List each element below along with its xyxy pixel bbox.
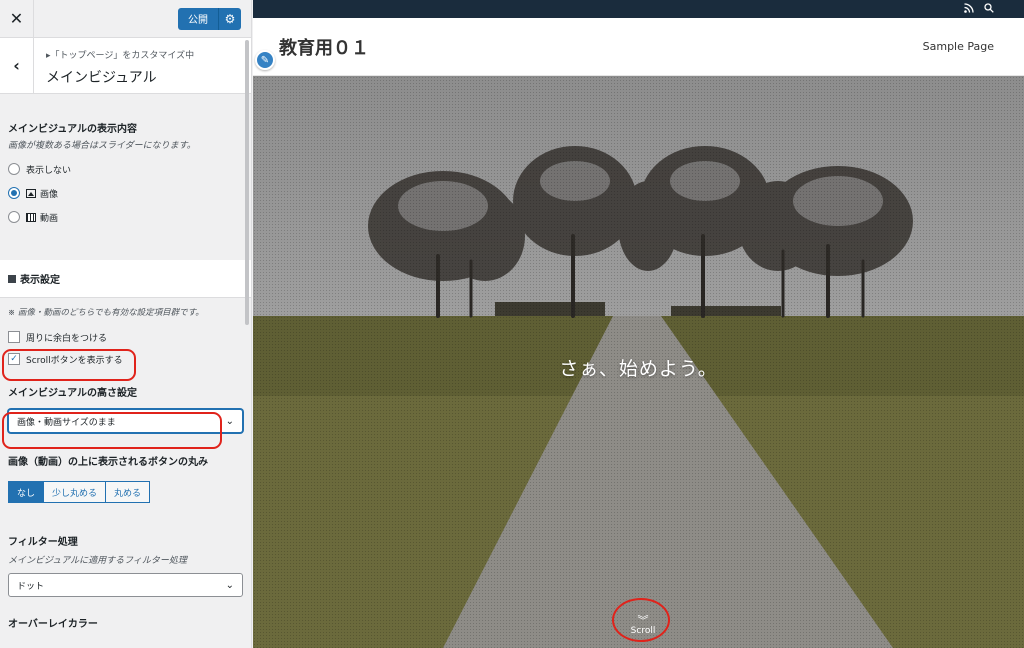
back-chevron-icon[interactable]: ‹	[0, 38, 34, 93]
display-content-desc: 画像が複数ある場合はスライダーになります。	[8, 141, 196, 151]
breadcrumb: ▸「トップページ」をカスタマイズ中	[46, 51, 195, 61]
height-select[interactable]: 画像・動画サイズのまま ⌄	[8, 409, 243, 433]
round-slight-button[interactable]: 少し丸める	[43, 481, 107, 503]
checkbox[interactable]	[8, 331, 20, 343]
double-chevron-down-icon: ︾	[637, 614, 649, 627]
chevron-down-icon: ⌄	[225, 579, 234, 591]
radio-button-selected[interactable]	[8, 187, 20, 199]
filter-title: フィルター処理	[8, 537, 78, 548]
scroll-button[interactable]: ︾ Scroll	[623, 614, 663, 636]
filter-desc: メインビジュアルに適用するフィルター処理	[8, 556, 187, 566]
button-round-title: 画像（動画）の上に表示されるボタンの丸み	[8, 457, 208, 468]
film-icon	[26, 212, 36, 222]
main-visual: さぁ、始めよう。 ︾ Scroll	[253, 76, 1024, 648]
chevron-down-icon: ⌄	[225, 415, 234, 427]
customizer-topbar: ✕ 公開 ⚙	[0, 0, 251, 38]
radio-video[interactable]: 動画	[8, 205, 243, 229]
display-settings-header: 表示設定	[0, 260, 251, 298]
site-header: 教育用０１ Sample Page ✎	[253, 18, 1024, 76]
checkbox-checked[interactable]: ✓	[8, 353, 20, 365]
utility-bar	[253, 0, 1024, 18]
section-title: メインビジュアル	[46, 70, 157, 86]
display-content-title: メインビジュアルの表示内容	[8, 124, 137, 135]
publish-group: 公開 ⚙	[178, 7, 241, 30]
pencil-icon[interactable]: ✎	[255, 50, 275, 70]
display-settings-desc: ※ 画像・動画のどちらでも有効な設定項目群です。	[8, 308, 204, 318]
radio-image[interactable]: 画像	[8, 181, 243, 205]
section-header: ‹ ▸「トップページ」をカスタマイズ中 メインビジュアル	[0, 38, 251, 94]
button-round-group: なし 少し丸める 丸める	[8, 481, 243, 503]
rss-icon[interactable]	[964, 2, 974, 16]
site-preview: 教育用０１ Sample Page ✎ さぁ、始めよう。 ︾ Scroll	[253, 0, 1024, 648]
customizer-sidebar: ✕ 公開 ⚙ ‹ ▸「トップページ」をカスタマイズ中 メインビジュアル メインビ…	[0, 0, 252, 648]
controls-panel: メインビジュアルの表示内容 画像が複数ある場合はスライダーになります。 表示しな…	[0, 94, 251, 630]
radio-button[interactable]	[8, 163, 20, 175]
square-icon	[8, 274, 16, 283]
overlay-color-title: オーバーレイカラー	[8, 619, 98, 630]
search-icon[interactable]	[984, 2, 994, 16]
image-icon	[26, 188, 36, 198]
close-icon[interactable]: ✕	[0, 0, 34, 38]
height-setting-title: メインビジュアルの高さ設定	[8, 388, 137, 399]
hero-caption: さぁ、始めよう。	[559, 358, 718, 380]
filter-select[interactable]: ドット ⌄	[8, 573, 243, 597]
gear-icon[interactable]: ⚙	[219, 7, 241, 30]
publish-button[interactable]: 公開	[178, 7, 219, 30]
round-none-button[interactable]: なし	[8, 481, 45, 503]
site-title[interactable]: 教育用０１	[279, 34, 369, 60]
sidebar-scrollbar[interactable]	[245, 40, 249, 325]
nav-item-sample-page[interactable]: Sample Page	[923, 40, 994, 53]
round-full-button[interactable]: 丸める	[105, 481, 151, 503]
checkbox-margin[interactable]: 周りに余白をつける	[8, 326, 243, 348]
radio-button[interactable]	[8, 211, 20, 223]
checkbox-scroll-button[interactable]: ✓ Scrollボタンを表示する	[8, 348, 243, 370]
radio-none[interactable]: 表示しない	[8, 157, 243, 181]
